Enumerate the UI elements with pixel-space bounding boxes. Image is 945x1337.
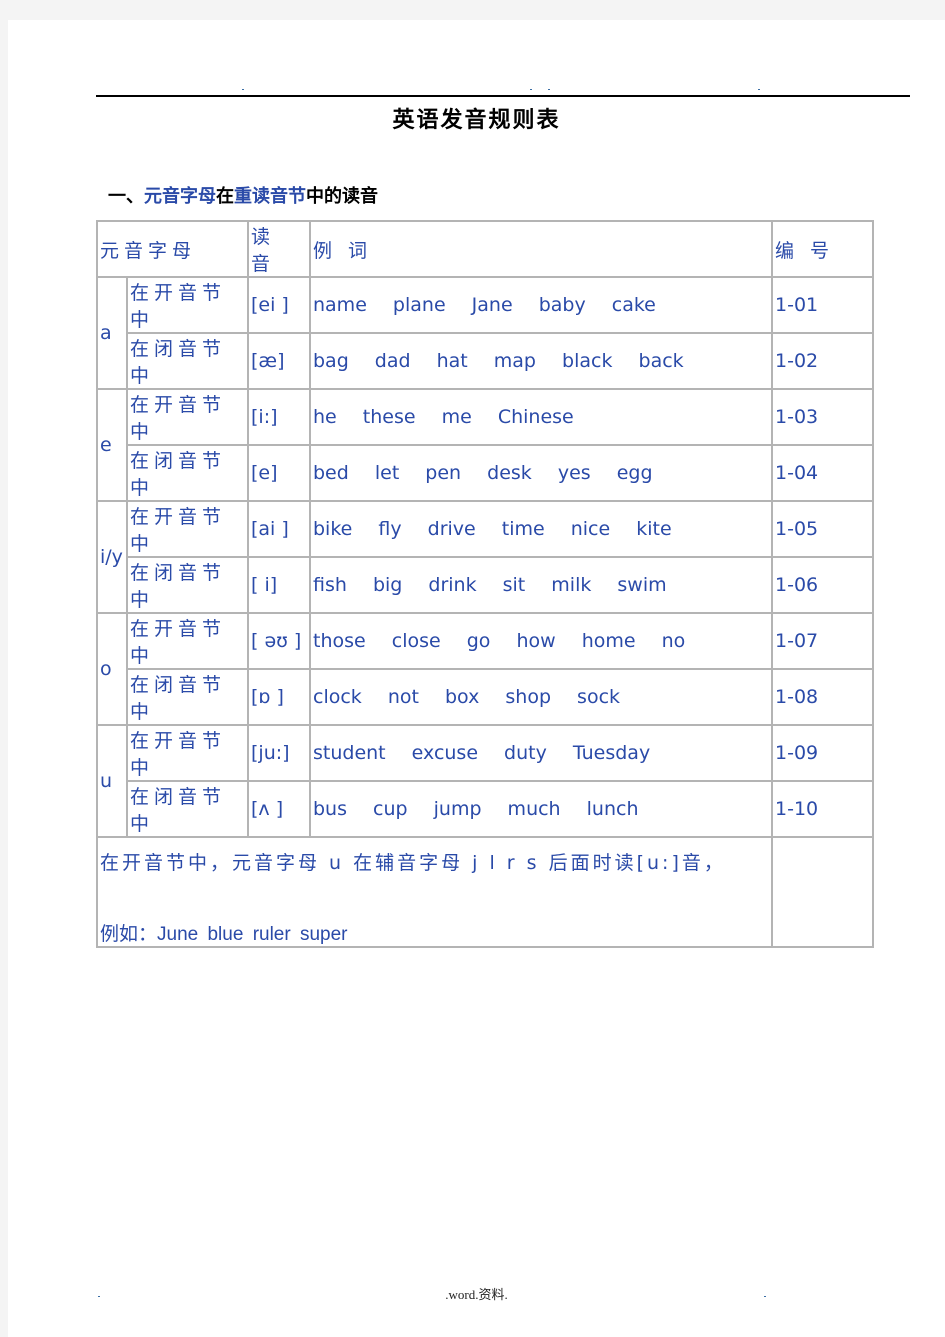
- section-heading: 一、元音字母在重读音节中的读音: [108, 182, 378, 208]
- header-dot: [530, 89, 532, 90]
- syllable-type: 在闭音节中: [126, 780, 249, 838]
- page-footer: .word.资料.: [445, 1287, 508, 1302]
- section-heading-part: 元音字母: [144, 186, 216, 207]
- note-empty-cell: [771, 836, 874, 948]
- rule-code: 1-01: [771, 276, 874, 334]
- syllable-type: 在开音节中: [126, 724, 249, 782]
- footer-dot: [98, 1296, 100, 1297]
- note-example-words: June blue ruler super: [157, 924, 348, 945]
- vowel-letter: o: [96, 612, 128, 726]
- rule-code: 1-02: [771, 332, 874, 390]
- syllable-type: 在闭音节中: [126, 556, 249, 614]
- header-number: 编 号: [771, 220, 874, 278]
- rule-code: 1-04: [771, 444, 874, 502]
- syllable-type: 在闭音节中: [126, 444, 249, 502]
- example-words: those close go how home no: [309, 612, 773, 670]
- syllable-type: 在闭音节中: [126, 668, 249, 726]
- ipa-symbol: [ei ]: [247, 276, 311, 334]
- vowel-letter: a: [96, 276, 128, 390]
- rule-code: 1-06: [771, 556, 874, 614]
- section-heading-part: 在: [216, 186, 234, 207]
- table-note-row: 在开音节中，元音字母 u 在辅音字母 j l r s 后面时读[u:]音， 例如…: [96, 836, 874, 948]
- header-dot: [758, 89, 760, 90]
- section-number: 一、: [108, 186, 144, 207]
- rule-code: 1-07: [771, 612, 874, 670]
- ipa-symbol: [ju:]: [247, 724, 311, 782]
- syllable-type: 在开音节中: [126, 612, 249, 670]
- table-row: a 在开音节中 [ei ] name plane Jane baby cake …: [96, 276, 874, 390]
- table-row: 在闭音节中 [æ] bag dad hat map black back 1-0…: [97, 332, 874, 390]
- rule-code: 1-09: [771, 724, 874, 782]
- example-words: student excuse duty Tuesday: [309, 724, 773, 782]
- vowel-letter: e: [96, 388, 128, 502]
- ipa-symbol: [æ]: [247, 332, 311, 390]
- rule-note: 在开音节中，元音字母 u 在辅音字母 j l r s 后面时读[u:]音， 例如…: [96, 836, 773, 948]
- example-words: bike fly drive time nice kite: [309, 500, 773, 558]
- example-words: name plane Jane baby cake: [309, 276, 773, 334]
- ipa-symbol: [ʌ ]: [247, 780, 311, 838]
- table-row: i/y 在开音节中 [ai ] bike fly drive time nice…: [96, 500, 874, 614]
- syllable-type: 在闭音节中: [126, 332, 249, 390]
- header-rule: [96, 95, 910, 97]
- ipa-symbol: [i:]: [247, 388, 311, 446]
- table-header-row: 元音字母 读 音 例 词 编 号: [96, 220, 874, 278]
- table-row: 在闭音节中 [ʌ ] bus cup jump much lunch 1-10: [97, 780, 874, 838]
- pronunciation-rules-table: 元音字母 读 音 例 词 编 号 a 在开音节中 [ei ] name plan…: [96, 220, 874, 948]
- document-title: 英语发音规则表: [392, 107, 561, 133]
- rule-code: 1-08: [771, 668, 874, 726]
- rule-code: 1-03: [771, 388, 874, 446]
- document-page: 英语发音规则表 一、元音字母在重读音节中的读音 元音字母 读 音 例 词 编 号…: [8, 20, 945, 1337]
- syllable-type: 在开音节中: [126, 276, 249, 334]
- rule-code: 1-05: [771, 500, 874, 558]
- header-examples: 例 词: [309, 220, 773, 278]
- table-row: e 在开音节中 [i:] he these me Chinese 1-03: [96, 388, 874, 502]
- table-row: 在闭音节中 [ i] fish big drink sit milk swim …: [97, 556, 874, 614]
- ipa-symbol: [ai ]: [247, 500, 311, 558]
- rule-code: 1-10: [771, 780, 874, 838]
- example-words: clock not box shop sock: [309, 668, 773, 726]
- vowel-letter: u: [96, 724, 128, 838]
- example-words: fish big drink sit milk swim: [309, 556, 773, 614]
- example-words: bag dad hat map black back: [309, 332, 773, 390]
- table-row: 在闭音节中 [ɒ ] clock not box shop sock 1-08: [97, 668, 874, 726]
- header-vowel: 元音字母: [96, 220, 249, 278]
- ipa-symbol: [ əʊ ]: [247, 612, 311, 670]
- table-row: o 在开音节中 [ əʊ ] those close go how home n…: [96, 612, 874, 726]
- example-words: bus cup jump much lunch: [309, 780, 773, 838]
- note-example-label: 例如：: [100, 923, 158, 945]
- ipa-symbol: [ i]: [247, 556, 311, 614]
- header-pronunciation: 读 音: [247, 220, 311, 278]
- ipa-symbol: [e]: [247, 444, 311, 502]
- header-dot: [242, 89, 244, 90]
- ipa-symbol: [ɒ ]: [247, 668, 311, 726]
- section-heading-part: 重读音节: [234, 186, 306, 207]
- example-words: he these me Chinese: [309, 388, 773, 446]
- example-words: bed let pen desk yes egg: [309, 444, 773, 502]
- header-dot: [548, 89, 550, 90]
- syllable-type: 在开音节中: [126, 388, 249, 446]
- note-example: 例如：June blue ruler super: [100, 919, 769, 946]
- syllable-type: 在开音节中: [126, 500, 249, 558]
- footer-dot: [764, 1296, 766, 1297]
- section-heading-part: 中的读音: [306, 186, 378, 207]
- vowel-letter: i/y: [96, 500, 128, 614]
- table-row: u 在开音节中 [ju:] student excuse duty Tuesda…: [96, 724, 874, 838]
- table-row: 在闭音节中 [e] bed let pen desk yes egg 1-04: [97, 444, 874, 502]
- note-text: 在开音节中，元音字母 u 在辅音字母 j l r s 后面时读[u:]音，: [100, 852, 726, 874]
